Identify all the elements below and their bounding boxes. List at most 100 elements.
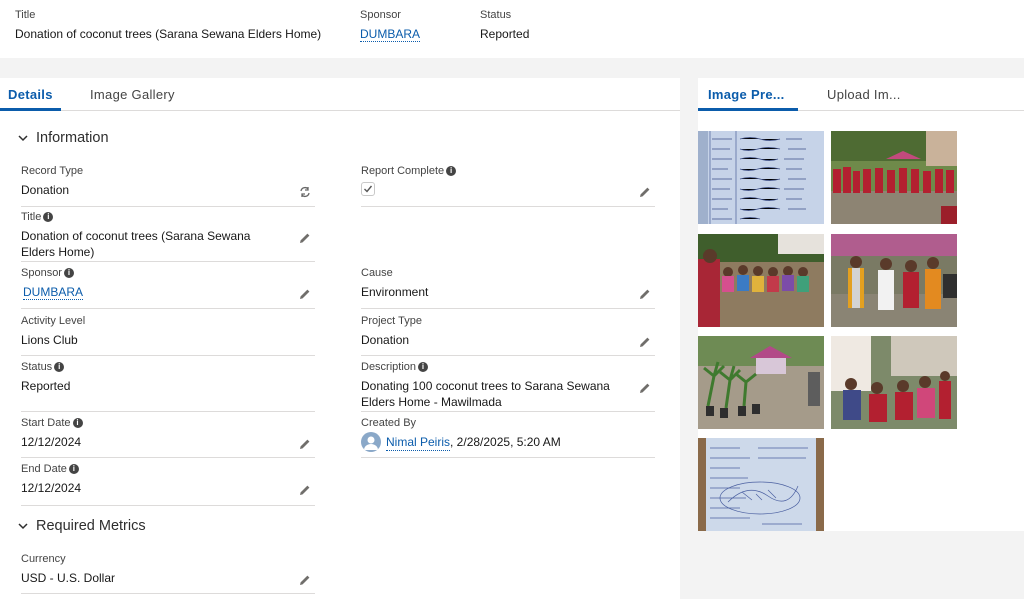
tab-details[interactable]: Details xyxy=(8,87,53,102)
edit-pencil-icon[interactable] xyxy=(299,574,311,586)
section-information-toggle[interactable]: Information xyxy=(18,130,109,146)
image-tabs: Image Pre... Upload Im... xyxy=(698,78,1024,111)
header-sponsor-field: Sponsor DUMBARA xyxy=(360,8,421,42)
activity-level-value: Lions Club xyxy=(21,333,78,347)
title-value: Donation of coconut trees (Sarana Sewana… xyxy=(21,229,251,259)
description-label: Description xyxy=(361,361,417,373)
field-divider xyxy=(21,206,315,207)
sponsor-label: Sponsor xyxy=(21,267,62,279)
edit-pencil-icon[interactable] xyxy=(639,382,651,394)
field-created-by: Created By Nimal Peiris, 2/28/2025, 5:20… xyxy=(361,416,655,458)
info-icon[interactable]: i xyxy=(72,418,83,428)
field-record-type: Record Type Donation xyxy=(21,164,315,207)
info-icon[interactable]: i xyxy=(418,362,429,372)
field-cause: Cause Environment xyxy=(361,266,655,309)
field-end-date: End Date i 12/12/2024 xyxy=(21,462,315,506)
image-thumbnail[interactable] xyxy=(698,336,824,429)
start-date-value: 12/12/2024 xyxy=(21,435,82,449)
record-type-value: Donation xyxy=(21,183,70,197)
created-by-label: Created By xyxy=(361,417,417,429)
active-tab-indicator xyxy=(0,108,61,111)
header-title-value: Donation of coconut trees (Sarana Sewana… xyxy=(15,27,322,41)
field-report-complete: Report Complete i xyxy=(361,164,655,207)
edit-pencil-icon[interactable] xyxy=(299,288,311,300)
tab-upload-images[interactable]: Upload Im... xyxy=(827,87,901,102)
field-activity-level: Activity Level Lions Club xyxy=(21,314,315,356)
field-sponsor: Sponsor i DUMBARA xyxy=(21,266,315,309)
status-value: Reported xyxy=(21,379,71,393)
field-divider xyxy=(361,457,655,458)
chevron-down-icon xyxy=(18,135,28,142)
section-required-metrics-toggle[interactable]: Required Metrics xyxy=(18,518,146,534)
header-sponsor-link[interactable]: DUMBARA xyxy=(360,27,421,42)
image-thumbnail[interactable] xyxy=(831,234,957,327)
description-value: Donating 100 coconut trees to Sarana Sew… xyxy=(361,379,610,409)
created-by-user-link[interactable]: Nimal Peiris xyxy=(386,434,451,451)
field-description: Description i Donating 100 coconut trees … xyxy=(361,360,655,412)
user-avatar-icon xyxy=(361,432,381,452)
edit-pencil-icon[interactable] xyxy=(639,336,651,348)
field-status: Status i Reported xyxy=(21,360,315,412)
field-divider xyxy=(361,308,655,309)
field-currency: Currency USD - U.S. Dollar xyxy=(21,552,315,594)
currency-label: Currency xyxy=(21,553,66,565)
report-complete-label: Report Complete xyxy=(361,165,445,177)
title-label: Title xyxy=(21,211,42,223)
header-title-field: Title Donation of coconut trees (Sarana … xyxy=(15,8,321,42)
header-status-label: Status xyxy=(480,9,512,21)
info-icon[interactable]: i xyxy=(68,464,79,474)
field-divider xyxy=(21,308,315,309)
field-divider xyxy=(21,355,315,356)
edit-pencil-icon[interactable] xyxy=(299,484,311,496)
image-thumbnail[interactable] xyxy=(831,336,957,429)
header-status-field: Status Reported xyxy=(480,8,529,42)
image-thumbnail[interactable] xyxy=(698,234,824,327)
field-divider xyxy=(21,505,315,506)
field-divider xyxy=(21,261,315,262)
end-date-label: End Date xyxy=(21,463,67,475)
end-date-value: 12/12/2024 xyxy=(21,481,82,495)
change-record-type-icon[interactable] xyxy=(299,186,311,198)
currency-value: USD - U.S. Dollar xyxy=(21,571,116,585)
info-icon[interactable]: i xyxy=(446,166,457,176)
cause-label: Cause xyxy=(361,267,393,279)
edit-pencil-icon[interactable] xyxy=(639,288,651,300)
project-type-value: Donation xyxy=(361,333,410,347)
header-sponsor-label: Sponsor xyxy=(360,9,401,21)
tab-image-preview[interactable]: Image Pre... xyxy=(708,87,785,102)
image-thumbnail[interactable] xyxy=(698,131,824,224)
edit-pencil-icon[interactable] xyxy=(639,186,651,198)
sponsor-link[interactable]: DUMBARA xyxy=(23,285,84,300)
image-thumbnail[interactable] xyxy=(698,438,824,531)
field-project-type: Project Type Donation xyxy=(361,314,655,356)
active-tab-indicator xyxy=(698,108,798,111)
edit-pencil-icon[interactable] xyxy=(299,232,311,244)
status-label: Status xyxy=(21,361,53,373)
created-by-timestamp: , 2/28/2025, 5:20 AM xyxy=(450,435,561,449)
section-required-metrics-title: Required Metrics xyxy=(36,518,146,534)
cause-value: Environment xyxy=(361,285,429,299)
info-icon[interactable]: i xyxy=(43,212,54,222)
chevron-down-icon xyxy=(18,523,28,530)
edit-pencil-icon[interactable] xyxy=(299,438,311,450)
field-divider xyxy=(21,411,315,412)
section-information-title: Information xyxy=(36,130,109,146)
record-highlights: Title Donation of coconut trees (Sarana … xyxy=(0,0,1024,58)
start-date-label: Start Date xyxy=(21,417,71,429)
header-status-value: Reported xyxy=(480,27,530,41)
activity-level-label: Activity Level xyxy=(21,315,86,327)
project-type-label: Project Type xyxy=(361,315,422,327)
field-start-date: Start Date i 12/12/2024 xyxy=(21,416,315,458)
tab-image-gallery[interactable]: Image Gallery xyxy=(90,87,175,102)
field-divider xyxy=(21,457,315,458)
details-panel: Details Image Gallery Information Record… xyxy=(0,78,680,599)
info-icon[interactable]: i xyxy=(63,268,74,278)
image-thumbnail[interactable] xyxy=(831,131,957,224)
image-preview-panel: Image Pre... Upload Im... xyxy=(698,78,1024,531)
checkmark-icon xyxy=(364,185,373,193)
field-divider xyxy=(21,593,315,594)
info-icon[interactable]: i xyxy=(54,362,65,372)
report-complete-checkbox xyxy=(361,182,375,196)
field-divider xyxy=(361,411,655,412)
field-divider xyxy=(361,206,655,207)
